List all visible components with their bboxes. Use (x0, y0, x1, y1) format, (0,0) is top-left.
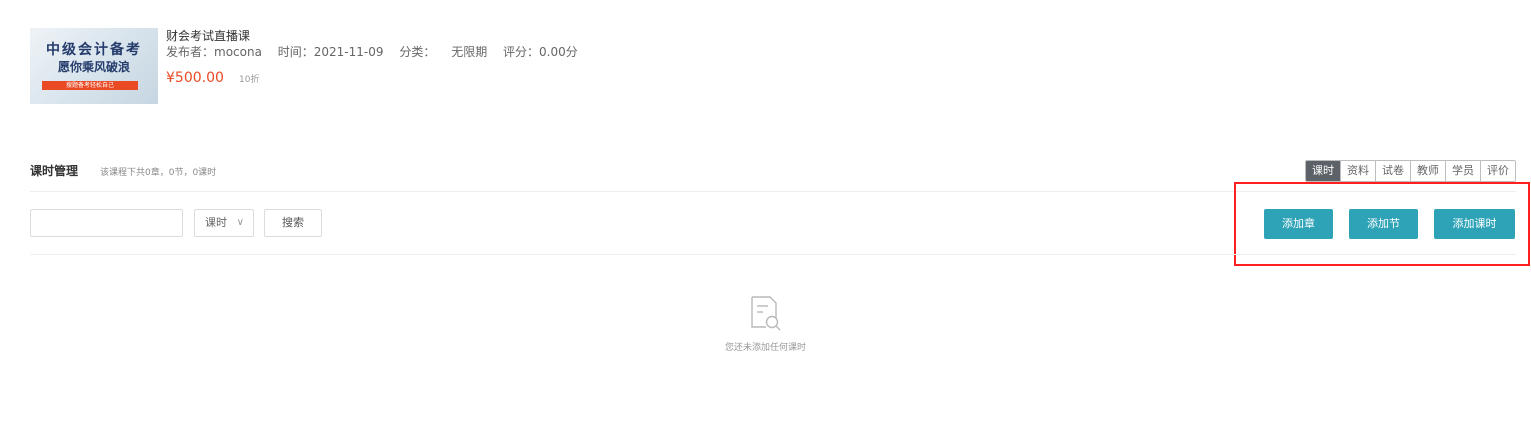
tab-exams[interactable]: 试卷 (1375, 161, 1410, 181)
chevron-down-icon: ∨ (236, 217, 244, 228)
divider (30, 254, 1516, 255)
course-price-row: ¥500.00 10折 (166, 67, 590, 86)
course-category: 分类： (399, 45, 436, 59)
course-date: 时间：2021-11-09 (277, 45, 384, 59)
type-select-value: 课时 (205, 216, 227, 229)
thumbnail-ribbon: 搜题备考轻松自己 (42, 81, 138, 90)
course-rating: 评分：0.00分 (503, 45, 578, 59)
add-section-button[interactable]: 添加节 (1349, 209, 1418, 239)
course-meta: 发布者：mocona 时间：2021-11-09 分类： 无限期 评分：0.00… (166, 44, 590, 60)
course-publisher: 发布者：mocona (166, 45, 262, 59)
course-price: ¥500.00 (166, 70, 224, 86)
empty-state: 您还未添加任何课时 (0, 294, 1531, 353)
thumbnail-title: 中级会计备考 (46, 42, 142, 58)
tab-materials[interactable]: 资料 (1340, 161, 1375, 181)
course-title[interactable]: 财会考试直播课 (166, 28, 590, 44)
course-validity: 无限期 (451, 45, 488, 59)
empty-message: 您还未添加任何课时 (724, 343, 806, 353)
add-lesson-button[interactable]: 添加课时 (1434, 209, 1515, 239)
type-select[interactable]: 课时 ∨ (194, 209, 254, 237)
lesson-management-header: 课时管理 该课程下共0章，0节，0课时 课时 资料 试卷 教师 学员 评价 (30, 160, 1516, 182)
tab-lessons[interactable]: 课时 (1306, 161, 1340, 181)
course-thumbnail[interactable]: 中级会计备考 愿你乘风破浪 搜题备考轻松自己 (30, 28, 158, 104)
search-button[interactable]: 搜索 (264, 209, 322, 237)
section-summary: 该课程下共0章，0节，0课时 (100, 168, 217, 178)
tab-students[interactable]: 学员 (1445, 161, 1480, 181)
thumbnail-subtitle: 愿你乘风破浪 (57, 60, 130, 74)
course-discount: 10折 (239, 75, 260, 85)
course-info: 财会考试直播课 发布者：mocona 时间：2021-11-09 分类： 无限期… (166, 28, 590, 86)
tab-group: 课时 资料 试卷 教师 学员 评价 (1305, 160, 1516, 182)
section-title: 课时管理 (30, 164, 79, 178)
search-input[interactable] (30, 209, 183, 237)
tab-teachers[interactable]: 教师 (1410, 161, 1445, 181)
tab-reviews[interactable]: 评价 (1480, 161, 1515, 181)
document-search-icon (748, 294, 784, 332)
add-chapter-button[interactable]: 添加章 (1264, 209, 1333, 239)
